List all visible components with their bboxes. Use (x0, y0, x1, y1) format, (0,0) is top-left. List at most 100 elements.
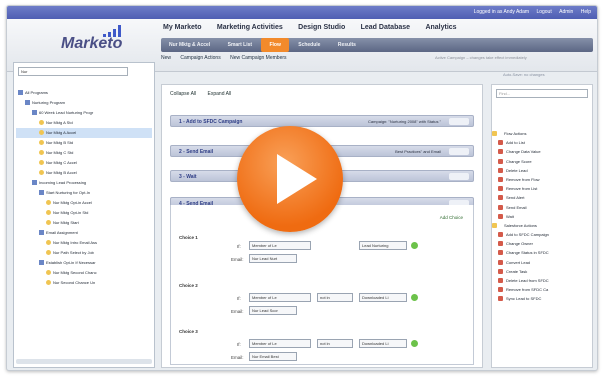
admin-link[interactable]: Admin (559, 9, 573, 15)
tree-item[interactable]: Nur Mktg Second Chanc (16, 268, 152, 278)
action-item[interactable]: Change Score (494, 157, 592, 166)
choice-field-select[interactable]: Member of Le (249, 241, 311, 250)
campaign-icon (46, 200, 51, 206)
nav-lead-database[interactable]: Lead Database (361, 24, 410, 31)
expand-all-button[interactable]: Expand All (208, 91, 232, 97)
action-item[interactable]: Delete Lead from SFDC (494, 276, 592, 285)
choice-email-select[interactable]: Nur Lead Nurt (249, 254, 297, 263)
collapse-all-button[interactable]: Collapse All (170, 91, 196, 97)
left-panel: Nur All Programs Nurturing Program 60 Week… (13, 62, 155, 368)
tree-item[interactable]: Nur Mktg A Std (16, 118, 152, 128)
play-button[interactable] (237, 126, 343, 232)
tree-item[interactable]: Nur Mktg Opt-in Std (16, 208, 152, 218)
help-link[interactable]: Help (581, 9, 591, 15)
action-item[interactable]: Sync Lead to SFDC (494, 294, 592, 303)
choice-email-select[interactable]: Nur Lead Scor (249, 306, 297, 315)
tree-search-input[interactable]: Nur (18, 67, 128, 76)
choice-value-select[interactable]: Downloaded Li (359, 293, 407, 302)
nav-marketing-activities[interactable]: Marketing Activities (217, 24, 283, 31)
action-item[interactable]: Add to List (494, 138, 592, 147)
action-item[interactable]: Remove from SFDC Ca (494, 285, 592, 294)
action-label: Send Email (506, 204, 527, 210)
action-icon (498, 167, 503, 173)
tree-item[interactable]: Nur Mktg A Accel (16, 128, 152, 138)
tree-item-label: All Programs (25, 90, 48, 95)
action-icon (498, 176, 503, 182)
new-campaign-members-button[interactable]: New Campaign Members (230, 55, 286, 61)
choice-email-select[interactable]: Nur Email Best (249, 352, 297, 361)
new-button[interactable]: New (161, 55, 171, 61)
nav-design-studio[interactable]: Design Studio (298, 24, 345, 31)
nav-analytics[interactable]: Analytics (425, 24, 456, 31)
action-item[interactable]: Change Owner (494, 239, 592, 248)
if-label: If: (237, 342, 241, 347)
tree-item[interactable]: Nur Mktg B Std (16, 138, 152, 148)
tree-item[interactable]: Establish Opt-in If Necessar (16, 258, 152, 268)
folder-icon (39, 260, 44, 266)
campaign-icon (39, 130, 44, 136)
campaign-actions-button[interactable]: Campaign Actions (180, 55, 220, 61)
actions-search-input[interactable]: Find... (496, 89, 588, 98)
action-group-header[interactable]: Flow Actions (492, 129, 592, 138)
tab-results[interactable]: Results (330, 38, 364, 48)
action-item[interactable]: Convert Lead (494, 258, 592, 267)
tree-item[interactable]: Nur Mktg Intro Email Ass (16, 238, 152, 248)
tree-item[interactable]: Nur Mktg C Accel (16, 158, 152, 168)
action-item[interactable]: Create Task (494, 267, 592, 276)
choice-operator-select[interactable]: not in (317, 293, 353, 302)
folder-icon (25, 100, 30, 106)
step-controls[interactable] (449, 148, 469, 155)
tree-item[interactable]: Nurturing Program (16, 98, 152, 108)
choice-operator-select[interactable]: not in (317, 339, 353, 348)
add-choice-button[interactable]: Add Choice (440, 215, 463, 220)
step-title: 2 - Send Email (179, 149, 214, 155)
tree-item[interactable]: Email Assignment (16, 228, 152, 238)
choice-value-select[interactable]: Lead Nurturing (359, 241, 407, 250)
tree-item[interactable]: Start Nurturing for Opt-In (16, 188, 152, 198)
choice-field-select[interactable]: Member of Le (249, 293, 311, 302)
logout-link[interactable]: Logout (536, 9, 551, 15)
tree-item[interactable]: Nur Path Select by Job (16, 248, 152, 258)
tree-item-label: Nurturing Program (32, 100, 65, 105)
action-label: Flow Actions (504, 131, 527, 136)
tree-scrollbar[interactable] (16, 359, 152, 364)
step-controls[interactable] (449, 173, 469, 180)
tree-item[interactable]: Nur Mktg Start (16, 218, 152, 228)
action-item[interactable]: Send Email (494, 203, 592, 212)
step-controls[interactable] (449, 118, 469, 125)
tree-item-label: Nur Mktg C Std (46, 150, 74, 155)
action-item[interactable]: Delete Lead (494, 166, 592, 175)
tab-campaign[interactable]: Nur Mktg & Accel (161, 38, 218, 48)
tree-item[interactable]: Incoming Lead Processing (16, 178, 152, 188)
nav-my-marketo[interactable]: My Marketo (163, 24, 202, 31)
action-icon (498, 149, 503, 155)
tree-item-label: 60 Week Lead Nurturing Progr (39, 110, 94, 115)
action-item[interactable]: Add to SFDC Campaign (494, 230, 592, 239)
tab-smart-list[interactable]: Smart List (220, 38, 260, 48)
action-group-header[interactable]: Salesforce Actions (492, 221, 592, 230)
tab-flow[interactable]: Flow (261, 38, 289, 52)
tree-item[interactable]: 60 Week Lead Nurturing Progr (16, 108, 152, 118)
action-item[interactable]: Wait (494, 212, 592, 221)
email-label: Email: (231, 257, 244, 262)
action-item[interactable]: Remove from Flow (494, 175, 592, 184)
if-label: If: (237, 244, 241, 249)
choice-field-select[interactable]: Member of Le (249, 339, 311, 348)
tree-item[interactable]: Nur Mktg Opt-in Accel (16, 198, 152, 208)
choice-value-select[interactable]: Downloaded Li (359, 339, 407, 348)
action-label: Sync Lead to SFDC (506, 296, 542, 302)
choice-label: Choice 3 (179, 329, 198, 334)
tree-item[interactable]: All Programs (16, 88, 152, 98)
folder-icon (39, 190, 44, 196)
tree-item[interactable]: Nur Mktg B Accel (16, 168, 152, 178)
tree-item[interactable]: Nur Mktg C Std (16, 148, 152, 158)
action-item[interactable]: Remove from List (494, 184, 592, 193)
action-icon (498, 195, 503, 201)
campaign-icon (46, 280, 51, 286)
folder-icon (492, 131, 497, 136)
action-item[interactable]: Change Data Value (494, 147, 592, 156)
action-item[interactable]: Change Status in SFDC (494, 248, 592, 257)
action-item[interactable]: Send Alert (494, 193, 592, 202)
tab-schedule[interactable]: Schedule (290, 38, 328, 48)
tree-item[interactable]: Nur Second Chance Un (16, 278, 152, 288)
